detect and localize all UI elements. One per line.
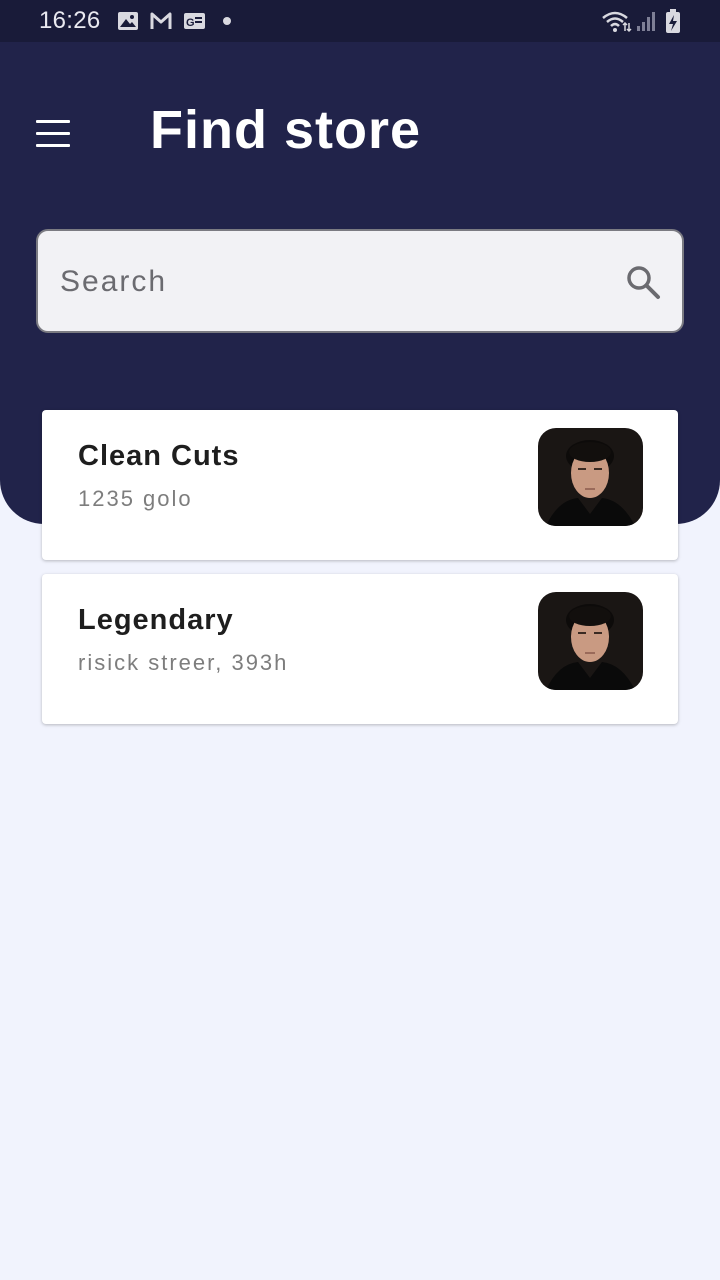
store-address: 1235 golo xyxy=(78,486,193,511)
search-icon[interactable] xyxy=(624,263,662,301)
svg-text:G: G xyxy=(186,17,195,29)
store-name: Legendary xyxy=(78,604,234,636)
hamburger-menu-icon[interactable] xyxy=(28,110,78,156)
image-icon xyxy=(117,11,139,31)
store-card[interactable]: Legendary risick streer, 393h xyxy=(42,574,678,724)
battery-charging-icon xyxy=(665,9,681,34)
store-photo xyxy=(538,428,643,526)
dot-icon xyxy=(223,17,231,25)
page-title: Find store xyxy=(150,100,422,160)
status-time: 16:26 xyxy=(39,7,101,34)
gmail-icon xyxy=(150,12,172,30)
store-address: risick streer, 393h xyxy=(78,650,289,675)
signal-icon xyxy=(636,10,658,32)
store-name: Clean Cuts xyxy=(78,440,240,472)
news-icon: G xyxy=(183,11,206,31)
store-card[interactable]: Clean Cuts 1235 golo xyxy=(42,410,678,560)
search-box xyxy=(36,229,684,333)
wifi-icon xyxy=(600,9,632,33)
store-photo xyxy=(538,592,643,690)
status-bar: 16:26 G xyxy=(0,0,720,42)
search-input[interactable] xyxy=(58,255,602,309)
